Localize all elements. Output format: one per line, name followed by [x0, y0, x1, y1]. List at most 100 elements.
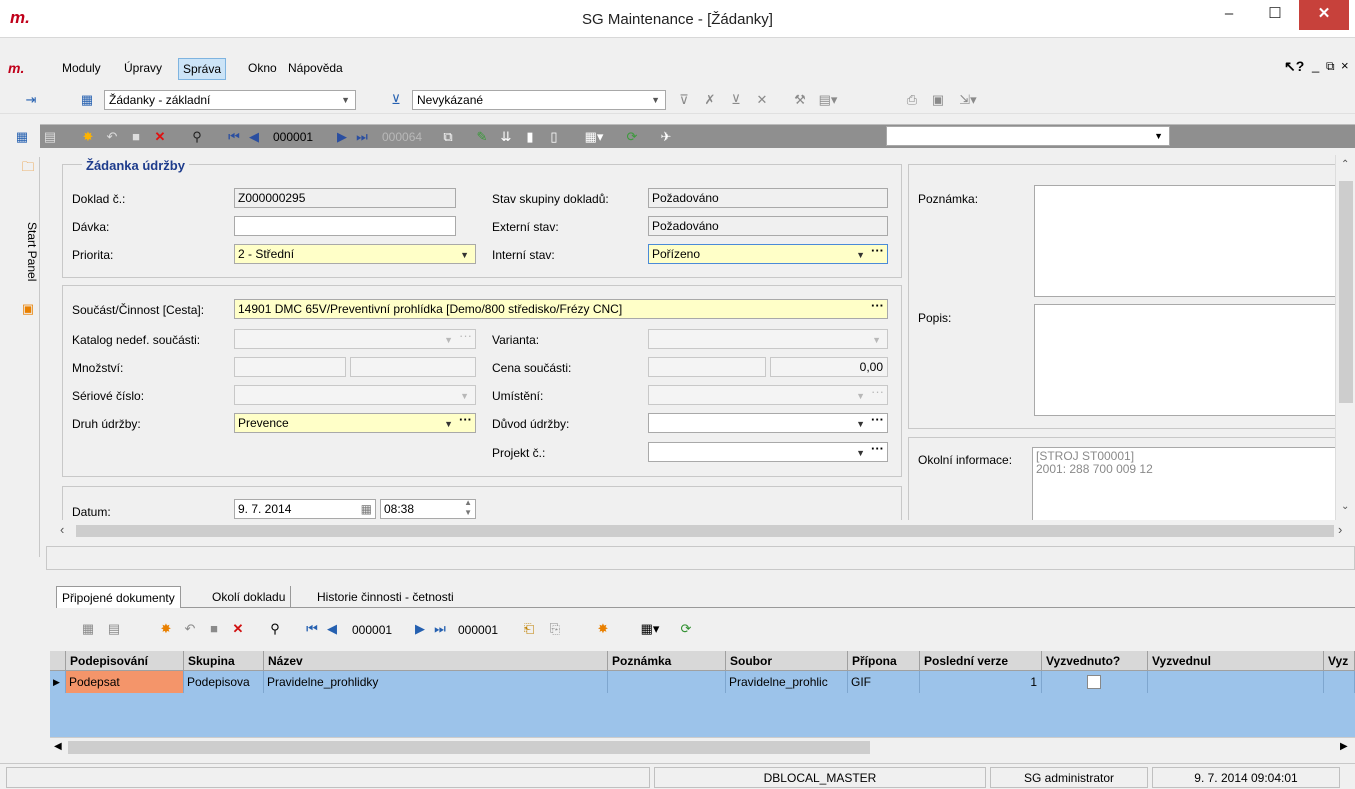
table-cell[interactable] — [1042, 671, 1148, 693]
scroll-thumb[interactable] — [68, 741, 870, 754]
tab-historie-cinnosti[interactable]: Historie činnosti - četnosti — [312, 586, 459, 608]
datum-field[interactable]: 9. 7. 2014 ▦ — [234, 499, 376, 519]
close-button[interactable]: ✕ — [1299, 0, 1349, 30]
table-cell[interactable]: Podepsat — [66, 671, 184, 693]
scroll-thumb[interactable] — [76, 525, 1334, 537]
grid-view-icon[interactable]: ▦ — [78, 90, 96, 110]
calendar-icon[interactable]: ▦ — [361, 500, 372, 518]
table-cell[interactable] — [608, 671, 726, 693]
documents-icon[interactable]: ▯ — [544, 127, 564, 147]
scroll-up-icon[interactable]: ⌃ — [1341, 159, 1349, 170]
filter-add-icon[interactable]: ⊽ — [674, 90, 694, 110]
cena-currency-field[interactable] — [648, 357, 766, 377]
quick-action-select[interactable]: ▼ — [886, 126, 1170, 146]
mnozstvi-unit-field[interactable] — [350, 357, 476, 377]
table-cell[interactable] — [1148, 671, 1324, 693]
ellipsis-button[interactable]: ··· — [871, 300, 884, 315]
menu-sprava[interactable]: Správa — [178, 58, 227, 80]
start-panel-tab[interactable]: 🗀 Start Panel ▣ — [16, 157, 40, 557]
mdi-restore-button[interactable]: ⧉ — [1326, 59, 1335, 74]
table-cell[interactable]: Pravidelne_prohlidky — [264, 671, 608, 693]
scroll-right-icon[interactable]: ▶ — [1340, 741, 1348, 752]
priorita-select[interactable]: 2 - Střední ▼ — [234, 244, 476, 264]
export-icon[interactable]: ⇲▾ — [954, 90, 982, 110]
filter-edit-icon[interactable]: ⊻ — [726, 90, 746, 110]
first-record-icon[interactable]: ⏮ — [226, 127, 242, 147]
minimize-button[interactable]: – — [1206, 0, 1252, 30]
undo-icon[interactable]: ↶ — [102, 127, 122, 147]
save-icon[interactable]: ■ — [126, 127, 146, 147]
checkout-icon[interactable]: ⎗ — [518, 619, 540, 639]
new-record-icon[interactable]: ✸ — [78, 127, 98, 147]
filter-remove-icon[interactable]: ✗ — [700, 90, 720, 110]
filter-icon[interactable]: ⊻ — [386, 90, 406, 110]
menu-moduly[interactable]: Moduly — [58, 58, 105, 80]
table-cell[interactable]: 1 — [920, 671, 1042, 693]
soucast-field[interactable]: 14901 DMC 65V/Preventivní prohlídka [Dem… — [234, 299, 888, 319]
table-cell[interactable]: Pravidelne_prohlic — [726, 671, 848, 693]
cas-field[interactable]: 08:38 ▲ ▼ — [380, 499, 476, 519]
table-view-icon[interactable]: ▦ — [12, 127, 32, 147]
refresh-icon[interactable]: ⟳ — [676, 619, 696, 639]
table-cell[interactable]: GIF — [848, 671, 920, 693]
find-binoculars-icon[interactable]: ⚲ — [264, 619, 286, 639]
form-view-icon[interactable]: ▤ — [104, 619, 124, 639]
table-cell[interactable] — [1324, 671, 1355, 693]
column-header[interactable]: Podepisování — [66, 651, 184, 671]
ellipsis-button[interactable]: ··· — [459, 330, 472, 345]
refresh-icon[interactable]: ⟳ — [622, 127, 642, 147]
copy-icon[interactable]: ⧉ — [438, 127, 458, 147]
report-icon[interactable]: ▤▾ — [816, 90, 840, 110]
new-record-icon[interactable]: ✸ — [156, 619, 176, 639]
column-header[interactable]: Poslední verze — [920, 651, 1042, 671]
menu-okno[interactable]: Okno — [244, 58, 281, 80]
projekt-select[interactable]: ▼ ··· — [648, 442, 888, 462]
delete-icon[interactable]: ✕ — [150, 127, 170, 147]
prev-record-icon[interactable]: ◀ — [246, 127, 262, 147]
scroll-thumb[interactable] — [1339, 181, 1353, 403]
table-cell[interactable]: Podepisova — [184, 671, 264, 693]
print-icon[interactable]: ⎙ — [902, 90, 922, 110]
umisteni-select[interactable]: ▼ ··· — [648, 385, 888, 405]
column-header[interactable]: Soubor — [726, 651, 848, 671]
expand-down-icon[interactable]: ⇊ — [496, 127, 516, 147]
document-icon[interactable]: ▮ — [520, 127, 540, 147]
ellipsis-button[interactable]: ··· — [871, 245, 884, 260]
next-record-icon[interactable]: ▶ — [334, 127, 350, 147]
column-header[interactable]: Skupina — [184, 651, 264, 671]
save-icon[interactable]: ■ — [204, 619, 224, 639]
davka-field[interactable] — [234, 216, 456, 236]
scroll-left-icon[interactable]: ◀ — [54, 741, 62, 752]
find-binoculars-icon[interactable]: ⚲ — [186, 127, 208, 147]
actions-dropdown-icon[interactable]: ▦▾ — [580, 127, 608, 147]
maximize-button[interactable]: ☐ — [1252, 0, 1298, 30]
seriove-select[interactable]: ▼ — [234, 385, 476, 405]
calendar-icon[interactable]: ▣ — [19, 299, 37, 319]
prev-record-icon[interactable]: ◀ — [324, 619, 340, 639]
ellipsis-button[interactable]: ··· — [459, 414, 472, 429]
wizard-icon[interactable]: ✎ — [472, 127, 492, 147]
menu-napoveda[interactable]: Nápověda — [284, 58, 347, 80]
interni-stav-select[interactable]: Pořízeno ▼ ··· — [648, 244, 888, 264]
column-header[interactable]: Poznámka — [608, 651, 726, 671]
column-header[interactable]: Vyzvednuto? — [1042, 651, 1148, 671]
column-header[interactable]: Přípona — [848, 651, 920, 671]
form-vertical-scrollbar[interactable]: ⌃ ⌄ — [1335, 155, 1355, 520]
help-pointer-icon[interactable]: ↖? — [1284, 58, 1304, 75]
tab-okoli-dokladu[interactable]: Okolí dokladu — [207, 586, 292, 608]
last-record-icon[interactable]: ⏭ — [354, 127, 370, 147]
tab-pripojene-dokumenty[interactable]: Připojené dokumenty — [56, 586, 181, 608]
filter-select[interactable]: Nevykázané ▼ — [412, 90, 666, 110]
checkbox[interactable] — [1087, 675, 1101, 689]
filter-clear-icon[interactable]: ✕ — [752, 90, 772, 110]
ellipsis-button[interactable]: ··· — [871, 443, 884, 458]
splitter-bar[interactable] — [46, 546, 1355, 570]
current-record-number[interactable]: 000001 — [273, 125, 313, 149]
row-indicator-icon[interactable]: ▶ — [50, 671, 66, 693]
tools-icon[interactable]: ⚒ — [790, 90, 810, 110]
duvod-select[interactable]: ▼ ··· — [648, 413, 888, 433]
poznamka-textarea[interactable] — [1034, 185, 1338, 297]
current-record-number[interactable]: 000001 — [352, 623, 392, 637]
scroll-right-icon[interactable]: › — [1338, 522, 1342, 537]
mdi-minimize-button[interactable]: _ — [1312, 58, 1319, 73]
